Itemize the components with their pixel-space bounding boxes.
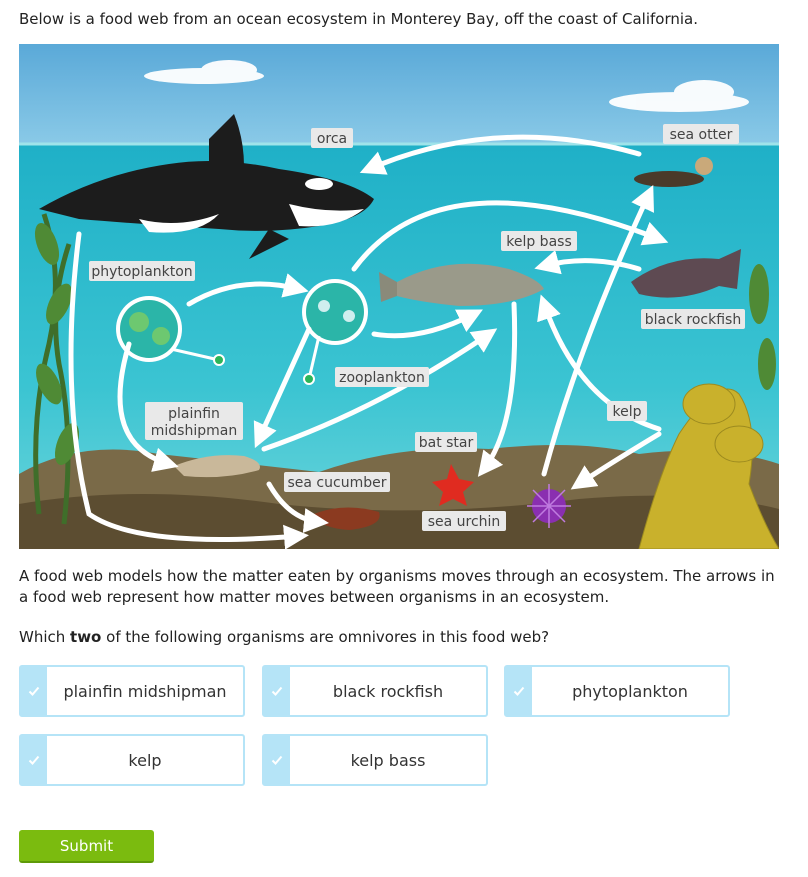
label-black-rockfish: black rockfish xyxy=(641,309,745,329)
label-zooplankton: zooplankton xyxy=(335,367,429,387)
option-phytoplankton[interactable]: phytoplankton xyxy=(504,665,730,717)
question-emphasis: two xyxy=(70,628,102,646)
label-orca: orca xyxy=(311,128,353,148)
intro-text: Below is a food web from an ocean ecosys… xyxy=(19,10,698,28)
svg-text:sea cucumber: sea cucumber xyxy=(288,475,387,491)
option-kelp-bass[interactable]: kelp bass xyxy=(262,734,488,786)
question-text: Which two of the following organisms are… xyxy=(19,627,549,647)
explanation-text: A food web models how the matter eaten b… xyxy=(19,567,775,606)
check-icon xyxy=(21,736,47,784)
label-kelp-bass: kelp bass xyxy=(501,231,577,251)
svg-text:sea urchin: sea urchin xyxy=(428,514,501,530)
option-black-rockfish[interactable]: black rockfish xyxy=(262,665,488,717)
label-sea-otter: sea otter xyxy=(663,124,739,144)
svg-text:kelp bass: kelp bass xyxy=(506,234,572,250)
label-sea-cucumber: sea cucumber xyxy=(284,472,390,492)
svg-text:bat star: bat star xyxy=(419,435,474,451)
option-plainfin-midshipman[interactable]: plainfin midshipman xyxy=(19,665,245,717)
svg-text:midshipman: midshipman xyxy=(151,423,237,439)
option-label: black rockfish xyxy=(332,681,444,701)
check-icon xyxy=(264,667,290,715)
question-prefix: Which xyxy=(19,628,71,646)
option-label: kelp bass xyxy=(350,750,426,770)
label-sea-urchin: sea urchin xyxy=(422,511,506,531)
svg-text:kelp: kelp xyxy=(613,404,642,420)
svg-text:sea otter: sea otter xyxy=(670,127,733,143)
label-phytoplankton: phytoplankton xyxy=(89,261,195,281)
question-suffix: of the following organisms are omnivores… xyxy=(101,628,550,646)
submit-button[interactable]: Submit xyxy=(19,830,154,863)
option-label: phytoplankton xyxy=(572,681,688,701)
svg-text:black rockfish: black rockfish xyxy=(645,312,741,328)
option-label: kelp xyxy=(128,750,162,770)
option-label: plainfin midshipman xyxy=(63,681,227,701)
check-icon xyxy=(506,667,532,715)
svg-text:phytoplankton: phytoplankton xyxy=(91,264,192,280)
label-plainfin-midshipman: plainfin midshipman xyxy=(145,402,243,440)
svg-text:zooplankton: zooplankton xyxy=(339,370,425,386)
check-icon xyxy=(264,736,290,784)
svg-text:plainfin: plainfin xyxy=(168,406,220,422)
option-kelp[interactable]: kelp xyxy=(19,734,245,786)
label-kelp: kelp xyxy=(607,401,647,421)
svg-text:orca: orca xyxy=(317,131,347,147)
check-icon xyxy=(21,667,47,715)
food-web-image: orca sea otter kelp bass phytoplankton b… xyxy=(19,44,779,549)
label-bat-star: bat star xyxy=(415,432,477,452)
